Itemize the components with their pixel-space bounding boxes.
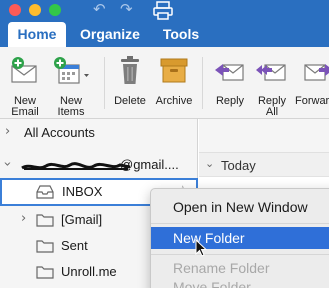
folder-context-menu: Open in New Window New Folder Rename Fol…: [150, 188, 329, 288]
trash-icon: [121, 56, 139, 84]
chevron-right-icon[interactable]: ›: [21, 211, 26, 227]
close-window-button[interactable]: [9, 4, 21, 16]
new-items-button[interactable]: New Items: [48, 53, 94, 118]
chevron-down-icon[interactable]: ›: [0, 161, 15, 166]
gmail-label: [Gmail]: [61, 212, 103, 227]
account-row[interactable]: › @gmail....: [0, 151, 198, 179]
menu-separator: [151, 223, 329, 224]
reply-icon: [215, 64, 244, 81]
undo-icon[interactable]: ↶: [93, 1, 106, 18]
all-accounts-label: All Accounts: [24, 125, 95, 140]
message-list-header: [199, 119, 329, 153]
forward-button[interactable]: Forwar: [295, 53, 329, 117]
new-items-icon: [54, 57, 89, 84]
redacted-email-scribble: [21, 162, 131, 170]
group-today-label: Today: [221, 158, 256, 173]
sent-label: Sent: [61, 238, 88, 253]
chevron-down-icon[interactable]: ⌄: [205, 157, 214, 170]
archive-button[interactable]: Archive: [151, 53, 197, 117]
group-today-header[interactable]: ⌄ Today: [199, 153, 329, 177]
folder-icon: [36, 240, 54, 253]
archive-label: Archive: [155, 95, 193, 107]
menu-separator: [151, 254, 329, 255]
chevron-right-icon[interactable]: ›: [5, 124, 10, 140]
maximize-window-button[interactable]: [49, 4, 61, 16]
folder-icon: [36, 214, 54, 227]
unroll-label: Unroll.me: [61, 264, 117, 279]
redo-icon[interactable]: ↷: [120, 1, 133, 18]
title-tab-bar: ↶ ↷ Home Organize Tools: [0, 0, 329, 47]
forward-label: Forwar: [295, 95, 329, 107]
menu-new-folder[interactable]: New Folder: [151, 227, 329, 249]
minimize-window-button[interactable]: [29, 4, 41, 16]
all-accounts-row[interactable]: › All Accounts: [0, 119, 198, 147]
reply-all-button[interactable]: Reply All: [249, 53, 295, 118]
menu-move-folder: Move Folder: [173, 279, 251, 288]
tab-organize[interactable]: Organize: [74, 22, 146, 47]
delete-button[interactable]: Delete: [107, 53, 153, 117]
archive-box-icon: [160, 58, 188, 83]
reply-all-icon: [256, 64, 286, 81]
tab-home[interactable]: Home: [8, 22, 66, 47]
new-items-label: New Items: [57, 95, 85, 118]
menu-open-new-window[interactable]: Open in New Window: [151, 196, 329, 218]
folder-icon: [36, 266, 54, 279]
new-email-icon: [11, 57, 37, 83]
print-icon[interactable]: [152, 0, 174, 20]
inbox-label: INBOX: [62, 184, 103, 199]
ribbon-toolbar: New Email New Items Delete Archive Reply…: [0, 47, 329, 119]
inbox-tray-icon: [36, 185, 54, 199]
forward-icon: [304, 64, 329, 81]
reply-all-label: Reply All: [257, 95, 287, 118]
account-label: @gmail....: [120, 157, 179, 172]
mouse-pointer-icon: [195, 239, 207, 257]
tab-tools[interactable]: Tools: [155, 22, 207, 47]
